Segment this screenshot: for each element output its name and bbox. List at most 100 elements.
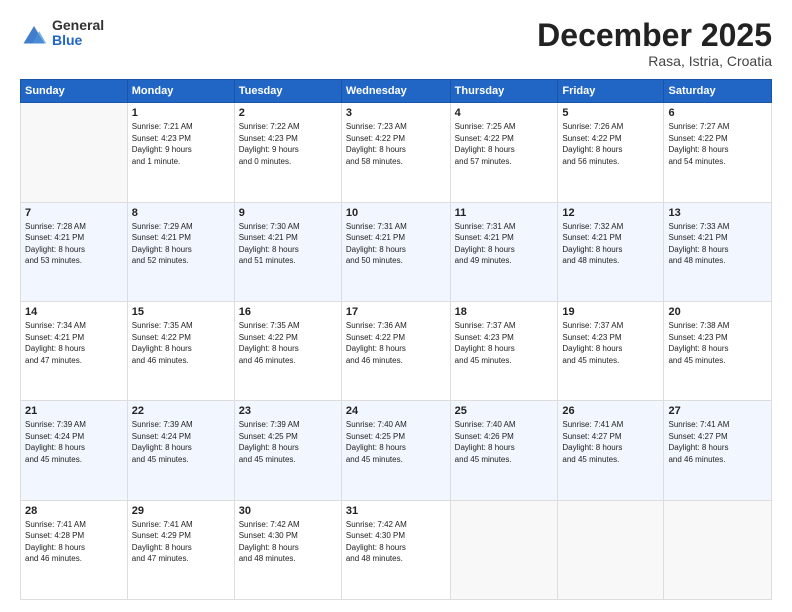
calendar-week-4: 28 Sunrise: 7:41 AMSunset: 4:28 PMDayligh… [21, 500, 772, 599]
calendar-cell: 30Sunrise: 7:42 AMSunset: 4:30 PMDayligh… [234, 500, 341, 599]
day-number: 2 [239, 107, 337, 119]
calendar-cell: 12 Sunrise: 7:32 AMSunset: 4:21 PMDayligh… [558, 202, 664, 301]
day-info: Sunrise: 7:39 AMSunset: 4:24 PMDaylight:… [25, 419, 123, 465]
day-info: Sunrise: 7:41 AMSunset: 4:27 PMDaylight:… [668, 419, 767, 465]
day-number: 21 [25, 405, 123, 417]
header: General Blue December 2025 Rasa, Istria,… [20, 18, 772, 69]
calendar-cell: 2 Sunrise: 7:22 AMSunset: 4:23 PMDaylight… [234, 103, 341, 202]
day-number: 3 [346, 107, 446, 119]
day-info: Sunrise: 7:39 AMSunset: 4:24 PMDaylight:… [132, 419, 230, 465]
location-subtitle: Rasa, Istria, Croatia [537, 53, 772, 69]
day-info: Sunrise: 7:35 AMSunset: 4:22 PMDaylight:… [239, 320, 337, 366]
calendar-cell: 4 Sunrise: 7:25 AMSunset: 4:22 PMDaylight… [450, 103, 558, 202]
day-info: Sunrise: 7:28 AMSunset: 4:21 PMDaylight:… [25, 221, 123, 267]
calendar-cell: 18 Sunrise: 7:37 AMSunset: 4:23 PMDayligh… [450, 301, 558, 400]
day-number: 14 [25, 306, 123, 318]
calendar-cell [558, 500, 664, 599]
day-info: Sunrise: 7:26 AMSunset: 4:22 PMDaylight:… [562, 121, 659, 167]
calendar-cell: 29 Sunrise: 7:41 AMSunset: 4:29 PMDayligh… [127, 500, 234, 599]
col-header-wednesday: Wednesday [341, 80, 450, 103]
calendar-cell: 21 Sunrise: 7:39 AMSunset: 4:24 PMDayligh… [21, 401, 128, 500]
calendar-cell: 27 Sunrise: 7:41 AMSunset: 4:27 PMDayligh… [664, 401, 772, 500]
title-section: December 2025 Rasa, Istria, Croatia [537, 18, 772, 69]
calendar-cell: 8Sunrise: 7:29 AMSunset: 4:21 PMDaylight… [127, 202, 234, 301]
col-header-sunday: Sunday [21, 80, 128, 103]
day-number: 18 [455, 306, 554, 318]
calendar-cell: 16Sunrise: 7:35 AMSunset: 4:22 PMDayligh… [234, 301, 341, 400]
day-info: Sunrise: 7:37 AMSunset: 4:23 PMDaylight:… [455, 320, 554, 366]
day-info: Sunrise: 7:22 AMSunset: 4:23 PMDaylight:… [239, 121, 337, 167]
day-number: 4 [455, 107, 554, 119]
day-info: Sunrise: 7:42 AMSunset: 4:30 PMDaylight:… [239, 519, 337, 565]
calendar-cell: 20 Sunrise: 7:38 AMSunset: 4:23 PMDayligh… [664, 301, 772, 400]
month-title: December 2025 [537, 18, 772, 53]
day-info: Sunrise: 7:21 AMSunset: 4:23 PMDaylight:… [132, 121, 230, 167]
calendar-week-1: 7 Sunrise: 7:28 AMSunset: 4:21 PMDaylight… [21, 202, 772, 301]
day-number: 12 [562, 207, 659, 219]
day-info: Sunrise: 7:40 AMSunset: 4:25 PMDaylight:… [346, 419, 446, 465]
day-number: 31 [346, 505, 446, 517]
day-number: 7 [25, 207, 123, 219]
calendar-cell: 6Sunrise: 7:27 AMSunset: 4:22 PMDaylight… [664, 103, 772, 202]
day-info: Sunrise: 7:41 AMSunset: 4:29 PMDaylight:… [132, 519, 230, 565]
day-number: 20 [668, 306, 767, 318]
day-number: 10 [346, 207, 446, 219]
day-info: Sunrise: 7:41 AMSunset: 4:28 PMDaylight:… [25, 519, 123, 565]
day-number: 26 [562, 405, 659, 417]
day-info: Sunrise: 7:38 AMSunset: 4:23 PMDaylight:… [668, 320, 767, 366]
calendar-cell: 7 Sunrise: 7:28 AMSunset: 4:21 PMDaylight… [21, 202, 128, 301]
header-row: SundayMondayTuesdayWednesdayThursdayFrid… [21, 80, 772, 103]
day-number: 24 [346, 405, 446, 417]
day-number: 28 [25, 505, 123, 517]
day-number: 29 [132, 505, 230, 517]
calendar-cell: 28 Sunrise: 7:41 AMSunset: 4:28 PMDayligh… [21, 500, 128, 599]
calendar-cell: 26 Sunrise: 7:41 AMSunset: 4:27 PMDayligh… [558, 401, 664, 500]
calendar-cell: 22 Sunrise: 7:39 AMSunset: 4:24 PMDayligh… [127, 401, 234, 500]
calendar-page: General Blue December 2025 Rasa, Istria,… [0, 0, 792, 612]
day-info: Sunrise: 7:29 AMSunset: 4:21 PMDaylight:… [132, 221, 230, 267]
logo: General Blue [20, 18, 104, 49]
calendar-cell: 17Sunrise: 7:36 AMSunset: 4:22 PMDayligh… [341, 301, 450, 400]
day-number: 13 [668, 207, 767, 219]
day-info: Sunrise: 7:34 AMSunset: 4:21 PMDaylight:… [25, 320, 123, 366]
calendar-cell: 31Sunrise: 7:42 AMSunset: 4:30 PMDayligh… [341, 500, 450, 599]
calendar-cell: 11Sunrise: 7:31 AMSunset: 4:21 PMDayligh… [450, 202, 558, 301]
calendar-cell: 19 Sunrise: 7:37 AMSunset: 4:23 PMDayligh… [558, 301, 664, 400]
calendar-cell [450, 500, 558, 599]
calendar-table: SundayMondayTuesdayWednesdayThursdayFrid… [20, 79, 772, 600]
calendar-cell: 24 Sunrise: 7:40 AMSunset: 4:25 PMDayligh… [341, 401, 450, 500]
day-number: 15 [132, 306, 230, 318]
calendar-cell: 10 Sunrise: 7:31 AMSunset: 4:21 PMDayligh… [341, 202, 450, 301]
day-info: Sunrise: 7:37 AMSunset: 4:23 PMDaylight:… [562, 320, 659, 366]
day-number: 1 [132, 107, 230, 119]
day-info: Sunrise: 7:25 AMSunset: 4:22 PMDaylight:… [455, 121, 554, 167]
col-header-saturday: Saturday [664, 80, 772, 103]
col-header-monday: Monday [127, 80, 234, 103]
day-number: 25 [455, 405, 554, 417]
day-number: 19 [562, 306, 659, 318]
day-info: Sunrise: 7:31 AMSunset: 4:21 PMDaylight:… [346, 221, 446, 267]
calendar-week-2: 14 Sunrise: 7:34 AMSunset: 4:21 PMDayligh… [21, 301, 772, 400]
day-number: 23 [239, 405, 337, 417]
day-info: Sunrise: 7:41 AMSunset: 4:27 PMDaylight:… [562, 419, 659, 465]
calendar-cell: 14 Sunrise: 7:34 AMSunset: 4:21 PMDayligh… [21, 301, 128, 400]
calendar-cell: 25Sunrise: 7:40 AMSunset: 4:26 PMDayligh… [450, 401, 558, 500]
calendar-cell [664, 500, 772, 599]
day-number: 9 [239, 207, 337, 219]
day-info: Sunrise: 7:33 AMSunset: 4:21 PMDaylight:… [668, 221, 767, 267]
day-info: Sunrise: 7:27 AMSunset: 4:22 PMDaylight:… [668, 121, 767, 167]
calendar-cell: 9Sunrise: 7:30 AMSunset: 4:21 PMDaylight… [234, 202, 341, 301]
day-info: Sunrise: 7:35 AMSunset: 4:22 PMDaylight:… [132, 320, 230, 366]
day-number: 22 [132, 405, 230, 417]
day-info: Sunrise: 7:31 AMSunset: 4:21 PMDaylight:… [455, 221, 554, 267]
logo-blue-text: Blue [52, 33, 104, 48]
day-info: Sunrise: 7:23 AMSunset: 4:22 PMDaylight:… [346, 121, 446, 167]
day-info: Sunrise: 7:32 AMSunset: 4:21 PMDaylight:… [562, 221, 659, 267]
calendar-week-0: 1 Sunrise: 7:21 AMSunset: 4:23 PMDaylight… [21, 103, 772, 202]
calendar-cell: 1 Sunrise: 7:21 AMSunset: 4:23 PMDaylight… [127, 103, 234, 202]
calendar-cell: 13 Sunrise: 7:33 AMSunset: 4:21 PMDayligh… [664, 202, 772, 301]
calendar-cell: 3 Sunrise: 7:23 AMSunset: 4:22 PMDaylight… [341, 103, 450, 202]
day-number: 27 [668, 405, 767, 417]
day-info: Sunrise: 7:36 AMSunset: 4:22 PMDaylight:… [346, 320, 446, 366]
calendar-cell [21, 103, 128, 202]
